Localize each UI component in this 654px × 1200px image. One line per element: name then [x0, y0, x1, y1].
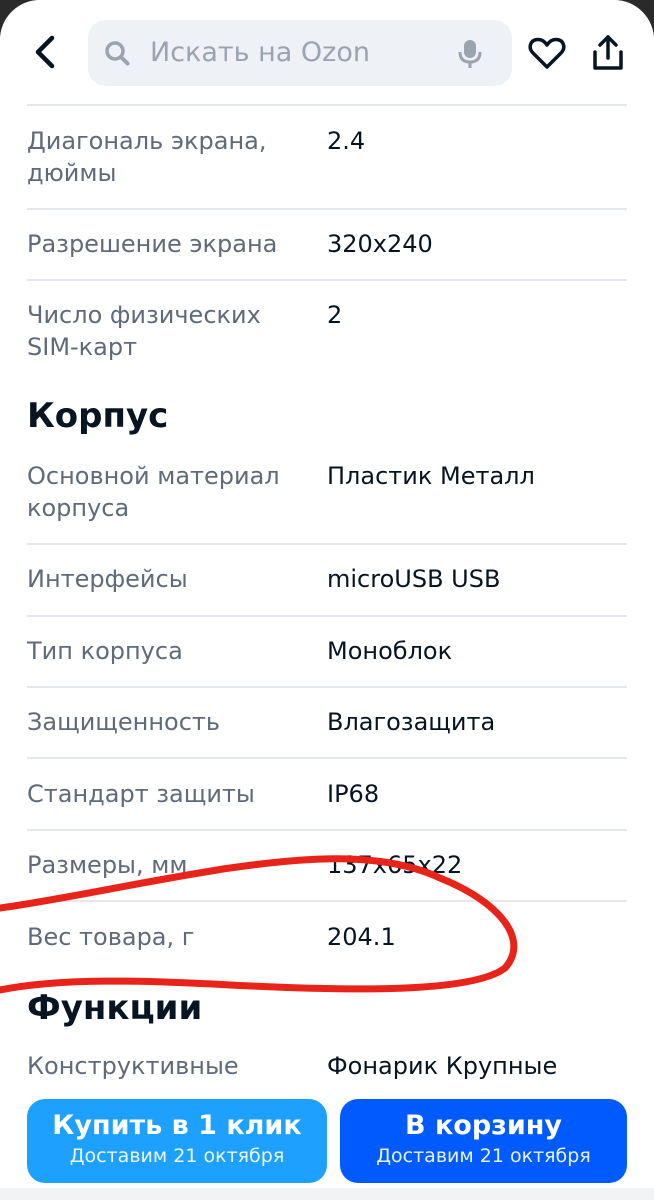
divider: [27, 543, 627, 545]
spec-label-interfaces: Интерфейсы: [27, 565, 188, 593]
system-nav-strip: [0, 1188, 654, 1200]
back-arrow-icon: [35, 35, 55, 69]
spec-value-weight: 204.1: [327, 923, 396, 951]
microphone-icon[interactable]: [456, 38, 484, 70]
spec-value-dimensions: 137x65x22: [327, 851, 463, 879]
divider: [27, 615, 627, 617]
spec-value-construction: Фонарик Крупные: [327, 1052, 558, 1080]
spec-label-material: Основной материал корпуса: [27, 462, 280, 522]
buy-one-click-delivery: Доставим 21 октября: [69, 1145, 285, 1167]
spec-label-dimensions: Размеры, мм: [27, 851, 188, 879]
divider: [27, 208, 627, 210]
spec-value-protection: Влагозащита: [327, 708, 496, 736]
spec-label-diagonal: Диагональ экрана, дюймы: [27, 127, 267, 187]
search-bar[interactable]: Искать на Ozon: [88, 20, 512, 86]
spec-label-construction: Конструктивные: [27, 1052, 239, 1080]
back-button[interactable]: [24, 30, 68, 74]
search-placeholder: Искать на Ozon: [150, 37, 370, 68]
section-title-functions: Функции: [27, 988, 203, 1028]
top-header: Искать на Ozon: [0, 0, 654, 104]
spec-value-interfaces: microUSB USB: [327, 565, 501, 593]
product-specs-screen: Искать на Ozon Диагональ экрана, дюймы 2.…: [0, 0, 654, 1200]
spec-label-resolution: Разрешение экрана: [27, 230, 278, 258]
spec-label-protection: Защищенность: [27, 708, 221, 736]
buy-one-click-label: Купить в 1 клик: [52, 1110, 302, 1141]
add-to-cart-label: В корзину: [404, 1110, 563, 1141]
spec-value-resolution: 320x240: [327, 230, 433, 258]
search-icon: [105, 41, 130, 66]
spec-value-protection-standard: IP68: [327, 780, 380, 808]
divider: [27, 900, 627, 902]
section-title-body: Корпус: [27, 396, 169, 436]
heart-icon[interactable]: [528, 36, 566, 70]
buy-one-click-button[interactable]: Купить в 1 клик Доставим 21 октября: [27, 1099, 327, 1183]
spec-label-weight: Вес товара, г: [27, 923, 195, 951]
share-icon[interactable]: [590, 34, 626, 72]
divider: [27, 104, 627, 106]
spec-label-sim-count: Число физических SIM-карт: [27, 301, 261, 361]
add-to-cart-button[interactable]: В корзину Доставим 21 октября: [340, 1099, 627, 1183]
spec-value-diagonal: 2.4: [327, 127, 366, 155]
divider: [27, 829, 627, 831]
spec-value-sim-count: 2: [327, 301, 343, 329]
divider: [27, 757, 627, 759]
bottom-action-bar: Купить в 1 клик Доставим 21 октября В ко…: [0, 1085, 654, 1200]
add-to-cart-delivery: Доставим 21 октября: [376, 1145, 591, 1167]
spec-value-body-type: Моноблок: [327, 637, 453, 665]
divider: [27, 279, 627, 281]
spec-label-protection-standard: Стандарт защиты: [27, 780, 255, 808]
spec-value-material: Пластик Металл: [327, 462, 535, 490]
divider: [27, 686, 627, 688]
spec-label-body-type: Тип корпуса: [27, 637, 183, 665]
